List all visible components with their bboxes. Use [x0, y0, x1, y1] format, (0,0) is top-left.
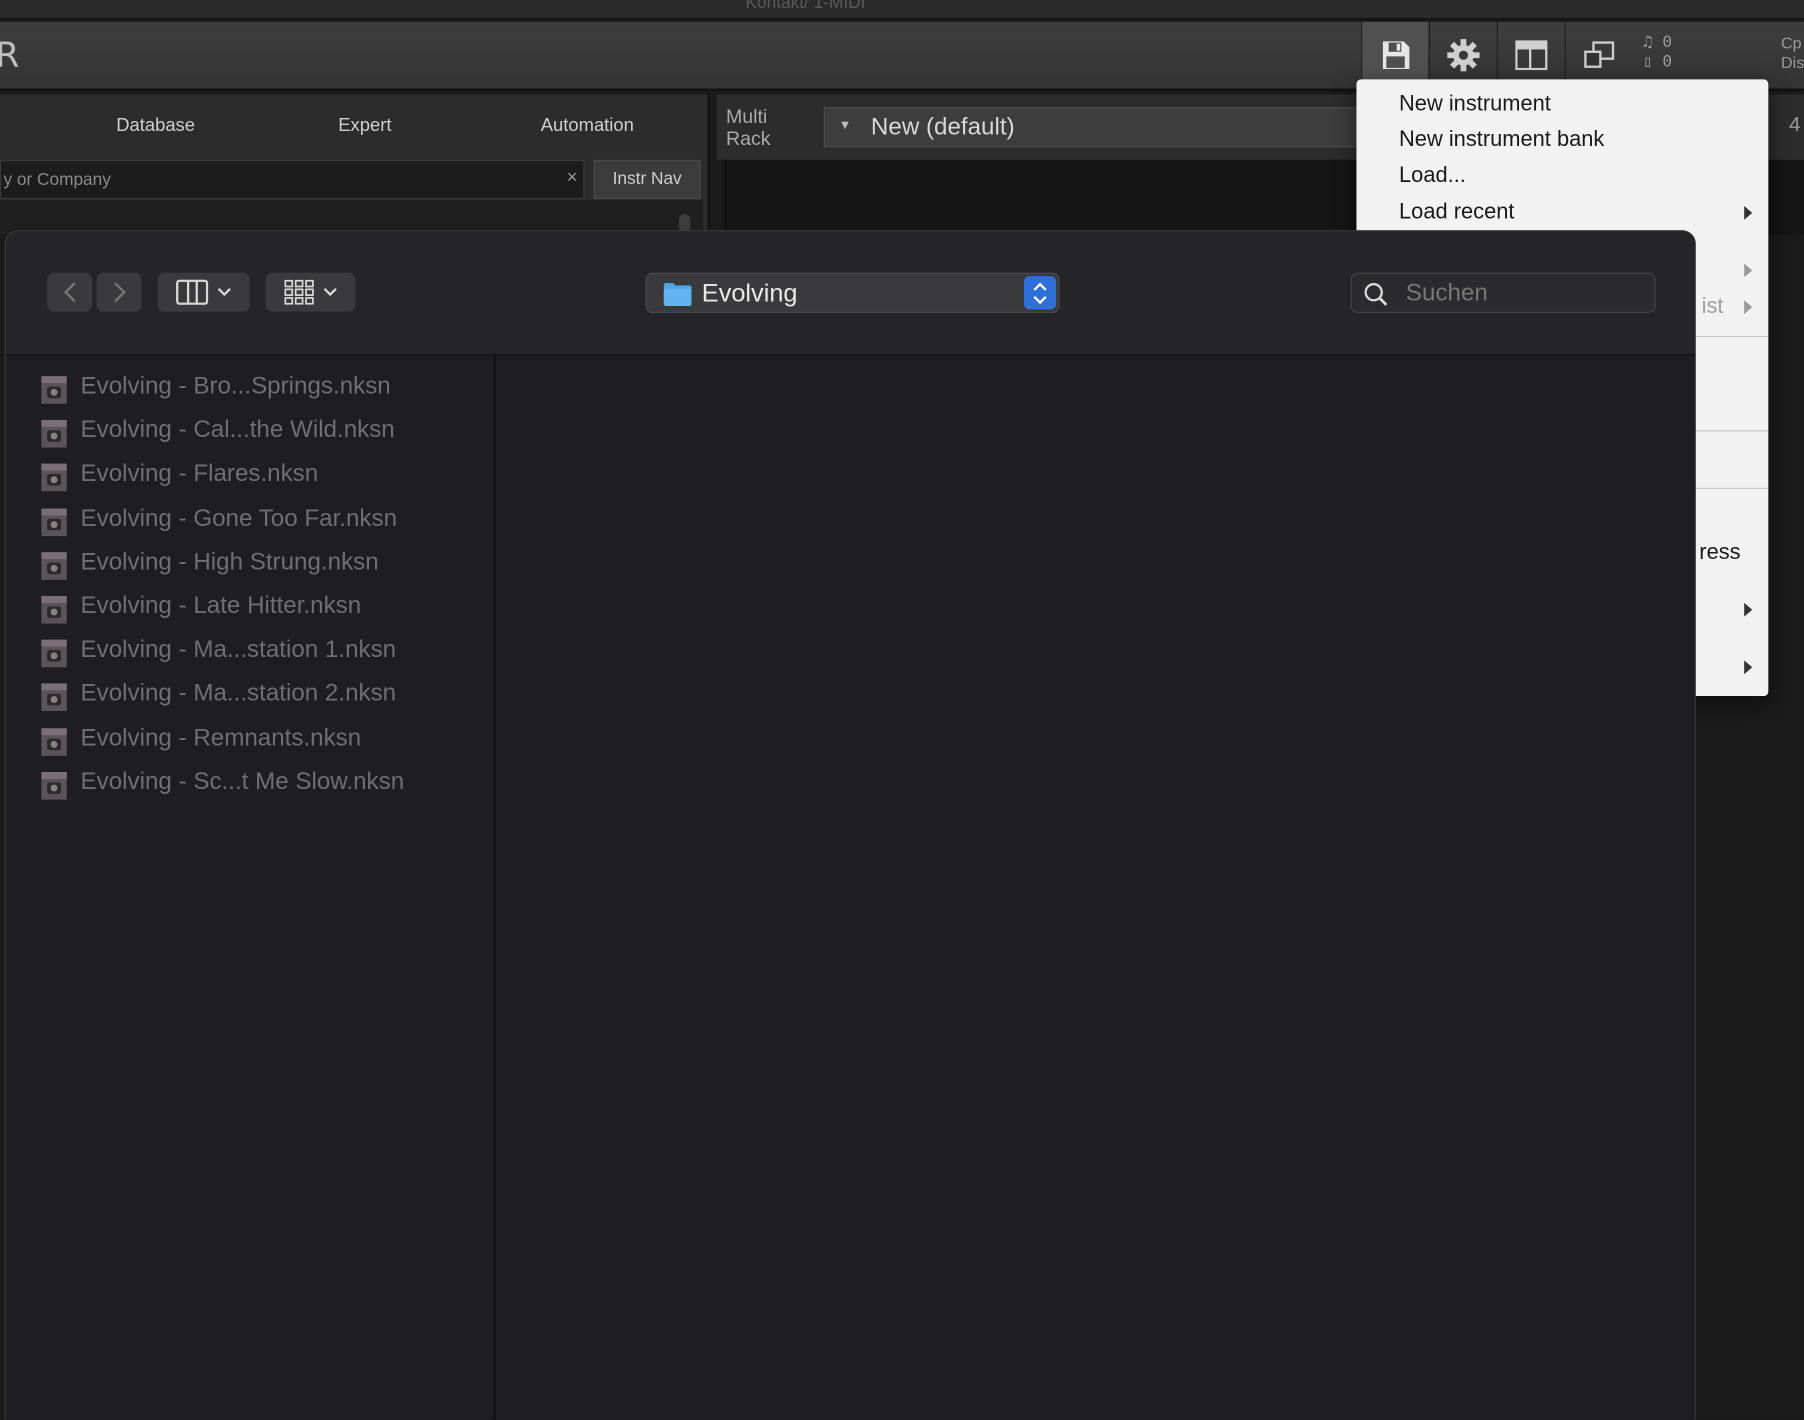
dropdown-arrow-icon: ▼: [838, 118, 852, 133]
file-name: Evolving - Flares.nksn: [80, 460, 319, 488]
file-list-item[interactable]: Evolving - Cal...the Wild.nksn: [38, 417, 487, 452]
group-view-button[interactable]: [265, 272, 356, 312]
rack-page-number: 4: [1789, 112, 1801, 136]
nksn-file-icon: [41, 552, 67, 580]
dialog-search-placeholder: Suchen: [1405, 279, 1488, 307]
file-name: Evolving - Gone Too Far.nksn: [80, 504, 398, 532]
submenu-arrow-icon: [1744, 300, 1753, 315]
file-list-item[interactable]: Evolving - Remnants.nksn: [38, 724, 487, 759]
chevron-down-icon: [323, 287, 337, 297]
file-name: Evolving - Ma...station 1.nksn: [80, 636, 397, 663]
library-search-input[interactable]: y or Company ×: [0, 159, 585, 200]
nksn-file-icon: [41, 595, 67, 624]
submenu-arrow-icon: [1744, 205, 1753, 220]
nksn-file-icon: [41, 727, 67, 756]
multi-preset-name: New (default): [870, 113, 1015, 141]
nksn-file-icon: [41, 508, 67, 536]
memory-icon: ▯: [1642, 52, 1663, 72]
gear-icon: [1446, 39, 1479, 72]
search-icon: [1364, 283, 1388, 306]
grid-view-icon: [284, 279, 314, 305]
column-view-button[interactable]: [157, 272, 250, 312]
menu-item-load[interactable]: Load...: [1399, 163, 1466, 188]
file-list-item[interactable]: Evolving - Flares.nksn: [38, 461, 487, 496]
file-name: Evolving - Remnants.nksn: [80, 724, 362, 751]
folder-icon: [663, 283, 692, 307]
tab-automation[interactable]: Automation: [541, 116, 634, 137]
file-list-item[interactable]: Evolving - Sc...t Me Slow.nksn: [38, 768, 487, 803]
open-file-dialog: Evolving Suchen Evolving - Bro...Springs…: [4, 230, 1696, 1420]
location-popup[interactable]: Evolving: [645, 272, 1060, 313]
instr-nav-button[interactable]: Instr Nav: [593, 159, 701, 200]
menu-item-partial-list: ist: [1701, 294, 1724, 319]
dialog-toolbar: Evolving Suchen: [5, 231, 1695, 356]
file-list-item[interactable]: Evolving - Gone Too Far.nksn: [38, 505, 487, 540]
file-list-item[interactable]: Evolving - Bro...Springs.nksn: [38, 373, 487, 408]
menu-item-partial-press[interactable]: ress: [1699, 541, 1740, 566]
midi-note-icon: ♫: [1642, 33, 1663, 52]
file-name: Evolving - Cal...the Wild.nksn: [80, 416, 395, 444]
menu-item-new-instrument[interactable]: New instrument: [1399, 92, 1551, 117]
file-list-item[interactable]: Evolving - Ma...station 2.nksn: [38, 680, 487, 715]
file-name: Evolving - Late Hitter.nksn: [80, 592, 362, 619]
tab-database[interactable]: Database: [116, 116, 195, 137]
up-down-arrows-icon: [1033, 281, 1047, 304]
resize-window-icon: [1583, 41, 1614, 68]
submenu-arrow-icon: [1744, 263, 1753, 278]
chevron-down-icon: [217, 287, 231, 297]
menu-item-load-recent[interactable]: Load recent: [1399, 200, 1514, 225]
dialog-search-field[interactable]: Suchen: [1350, 272, 1656, 313]
submenu-arrow-icon: [1744, 660, 1753, 675]
forward-button[interactable]: [96, 272, 142, 312]
floppy-disk-icon: [1382, 41, 1409, 70]
preview-column: [498, 355, 1695, 1420]
nksn-file-icon: [41, 639, 67, 668]
nksn-file-icon: [41, 771, 67, 800]
memory-count: 0: [1662, 52, 1673, 72]
submenu-arrow-icon: [1744, 602, 1753, 617]
multi-rack-label: Multi Rack: [725, 105, 771, 150]
clear-search-icon[interactable]: ×: [567, 168, 578, 189]
nksn-file-icon: [41, 376, 67, 404]
cpu-label: Cp: [1780, 33, 1802, 52]
file-column: Evolving - Bro...Springs.nksn Evolving - …: [5, 355, 496, 1420]
file-list-item[interactable]: Evolving - Ma...station 1.nksn: [38, 636, 487, 671]
os-title-bar: Kontakt/ 1-MIDI: [0, 0, 1804, 20]
file-list-item[interactable]: Evolving - Late Hitter.nksn: [38, 593, 487, 628]
disk-label: Dis: [1780, 52, 1804, 72]
midi-audio-meter: ♫ 0 ▯ 0: [1643, 33, 1758, 79]
menu-item-new-instrument-bank[interactable]: New instrument bank: [1399, 128, 1604, 153]
current-folder-name: Evolving: [701, 278, 798, 308]
nksn-file-icon: [41, 464, 67, 492]
history-nav-group: [47, 272, 142, 312]
file-name: Evolving - Bro...Springs.nksn: [80, 372, 391, 400]
chevron-left-icon: [63, 282, 76, 303]
window-title: Kontakt/ 1-MIDI: [745, 0, 866, 13]
cpu-disk-meter: Cp Dis: [1781, 33, 1804, 72]
file-name: Evolving - Ma...station 2.nksn: [80, 680, 397, 707]
file-name: Evolving - High Strung.nksn: [80, 548, 379, 576]
file-list-item[interactable]: Evolving - High Strung.nksn: [38, 549, 487, 584]
columns-view-icon: [176, 279, 209, 305]
chevron-right-icon: [113, 282, 126, 303]
library-search-placeholder: y or Company: [3, 170, 111, 190]
file-name: Evolving - Sc...t Me Slow.nksn: [80, 768, 405, 795]
tab-expert[interactable]: Expert: [338, 116, 391, 137]
location-stepper[interactable]: [1023, 276, 1057, 310]
kontakt-logo: R: [0, 36, 19, 76]
midi-count: 0: [1662, 33, 1673, 52]
nksn-file-icon: [41, 683, 67, 712]
back-button[interactable]: [47, 272, 93, 312]
multi-preset-selector[interactable]: ▼ New (default): [823, 106, 1365, 148]
layout-icon: [1514, 40, 1547, 71]
nksn-file-icon: [41, 420, 67, 448]
